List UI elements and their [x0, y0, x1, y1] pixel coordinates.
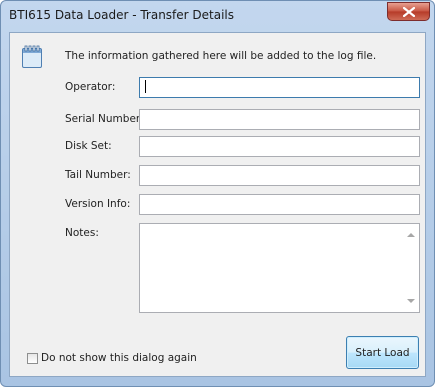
- tail-number-label: Tail Number:: [65, 169, 131, 181]
- version-info-input[interactable]: [139, 194, 420, 215]
- disk-set-input[interactable]: [139, 136, 420, 157]
- scroll-up-arrow-icon[interactable]: [407, 233, 415, 237]
- version-info-label: Version Info:: [65, 198, 131, 210]
- operator-label: Operator:: [65, 81, 116, 93]
- notes-label: Notes:: [65, 227, 99, 239]
- text-caret: [145, 80, 146, 93]
- dialog-body: The information gathered here will be ad…: [9, 32, 426, 377]
- close-button[interactable]: [387, 2, 430, 21]
- serial-number-label: Serial Number:: [65, 113, 144, 125]
- dont-show-again-label[interactable]: Do not show this dialog again: [41, 352, 197, 364]
- tail-number-input[interactable]: [139, 165, 420, 186]
- serial-number-input[interactable]: [139, 109, 420, 130]
- notes-scrollbar[interactable]: [403, 224, 419, 312]
- scroll-down-arrow-icon[interactable]: [407, 299, 415, 303]
- dialog-window: BTI615 Data Loader - Transfer Details Th…: [0, 0, 435, 387]
- close-icon: [403, 7, 415, 17]
- operator-input[interactable]: [139, 77, 420, 98]
- notepad-icon: [22, 45, 42, 68]
- disk-set-label: Disk Set:: [65, 140, 112, 152]
- start-load-button[interactable]: Start Load: [346, 336, 419, 369]
- dont-show-again-checkbox[interactable]: [27, 353, 38, 364]
- window-title: BTI615 Data Loader - Transfer Details: [9, 8, 235, 22]
- title-bar[interactable]: BTI615 Data Loader - Transfer Details: [1, 1, 434, 32]
- info-message: The information gathered here will be ad…: [65, 50, 377, 62]
- notes-textarea[interactable]: [139, 223, 420, 313]
